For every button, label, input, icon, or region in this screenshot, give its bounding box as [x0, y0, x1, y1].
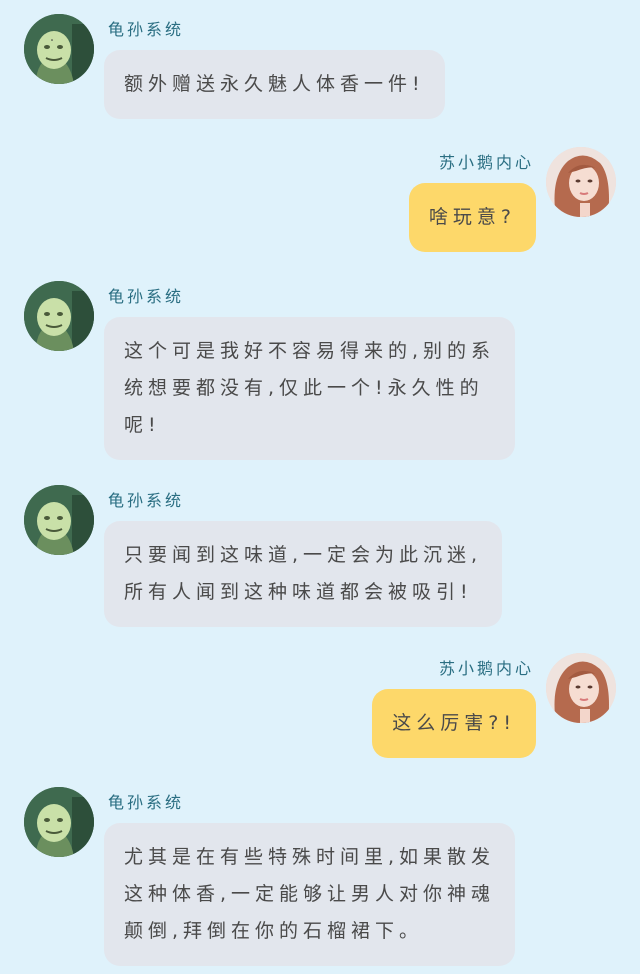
girl-photo-avatar[interactable] — [546, 653, 616, 723]
message-text-line: 颠倒,拜倒在你的石榴裙下。 — [124, 920, 424, 942]
message-text-line: 这种体香,一定能够让男人对你神魂 — [124, 883, 496, 905]
meme-face-avatar[interactable] — [24, 14, 94, 84]
girl-photo-avatar[interactable] — [546, 147, 616, 217]
message-bubble[interactable]: 这么厉害?! — [372, 689, 536, 758]
meme-face-avatar[interactable] — [24, 787, 94, 857]
message-text-line: 只要闻到这味道,一定会为此沉迷, — [124, 544, 483, 566]
sender-name: 苏小鹅内心 — [438, 659, 534, 678]
message-text-line: 统想要都没有,仅此一个!永久性的 — [124, 377, 484, 399]
message-text-line: 这么厉害?! — [392, 712, 516, 734]
meme-face-avatar[interactable] — [24, 485, 94, 555]
message-text-line: 啥玩意? — [428, 206, 516, 228]
message-bubble[interactable]: 额外赠送永久魅人体香一件! — [104, 50, 445, 119]
message-bubble[interactable]: 尤其是在有些特殊时间里,如果散发 这种体香,一定能够让男人对你神魂 颠倒,拜倒在… — [104, 823, 516, 966]
meme-face-avatar[interactable] — [24, 281, 94, 351]
sender-name: 龟孙系统 — [108, 491, 185, 510]
sender-name: 苏小鹅内心 — [438, 153, 534, 172]
sender-name: 龟孙系统 — [108, 793, 185, 812]
message-text-line: 额外赠送永久魅人体香一件! — [124, 73, 425, 95]
message-bubble[interactable]: 只要闻到这味道,一定会为此沉迷, 所有人闻到这种味道都会被吸引! — [104, 521, 503, 627]
message-text-line: 尤其是在有些特殊时间里,如果散发 — [124, 846, 496, 868]
message-bubble[interactable]: 这个可是我好不容易得来的,别的系 统想要都没有,仅此一个!永久性的 呢! — [104, 317, 516, 460]
message-text-line: 呢! — [124, 414, 161, 436]
message-text-line: 这个可是我好不容易得来的,别的系 — [124, 340, 496, 362]
sender-name: 龟孙系统 — [108, 287, 185, 306]
message-text-line: 所有人闻到这种味道都会被吸引! — [124, 581, 473, 603]
sender-name: 龟孙系统 — [108, 20, 185, 39]
message-bubble[interactable]: 啥玩意? — [408, 183, 536, 252]
